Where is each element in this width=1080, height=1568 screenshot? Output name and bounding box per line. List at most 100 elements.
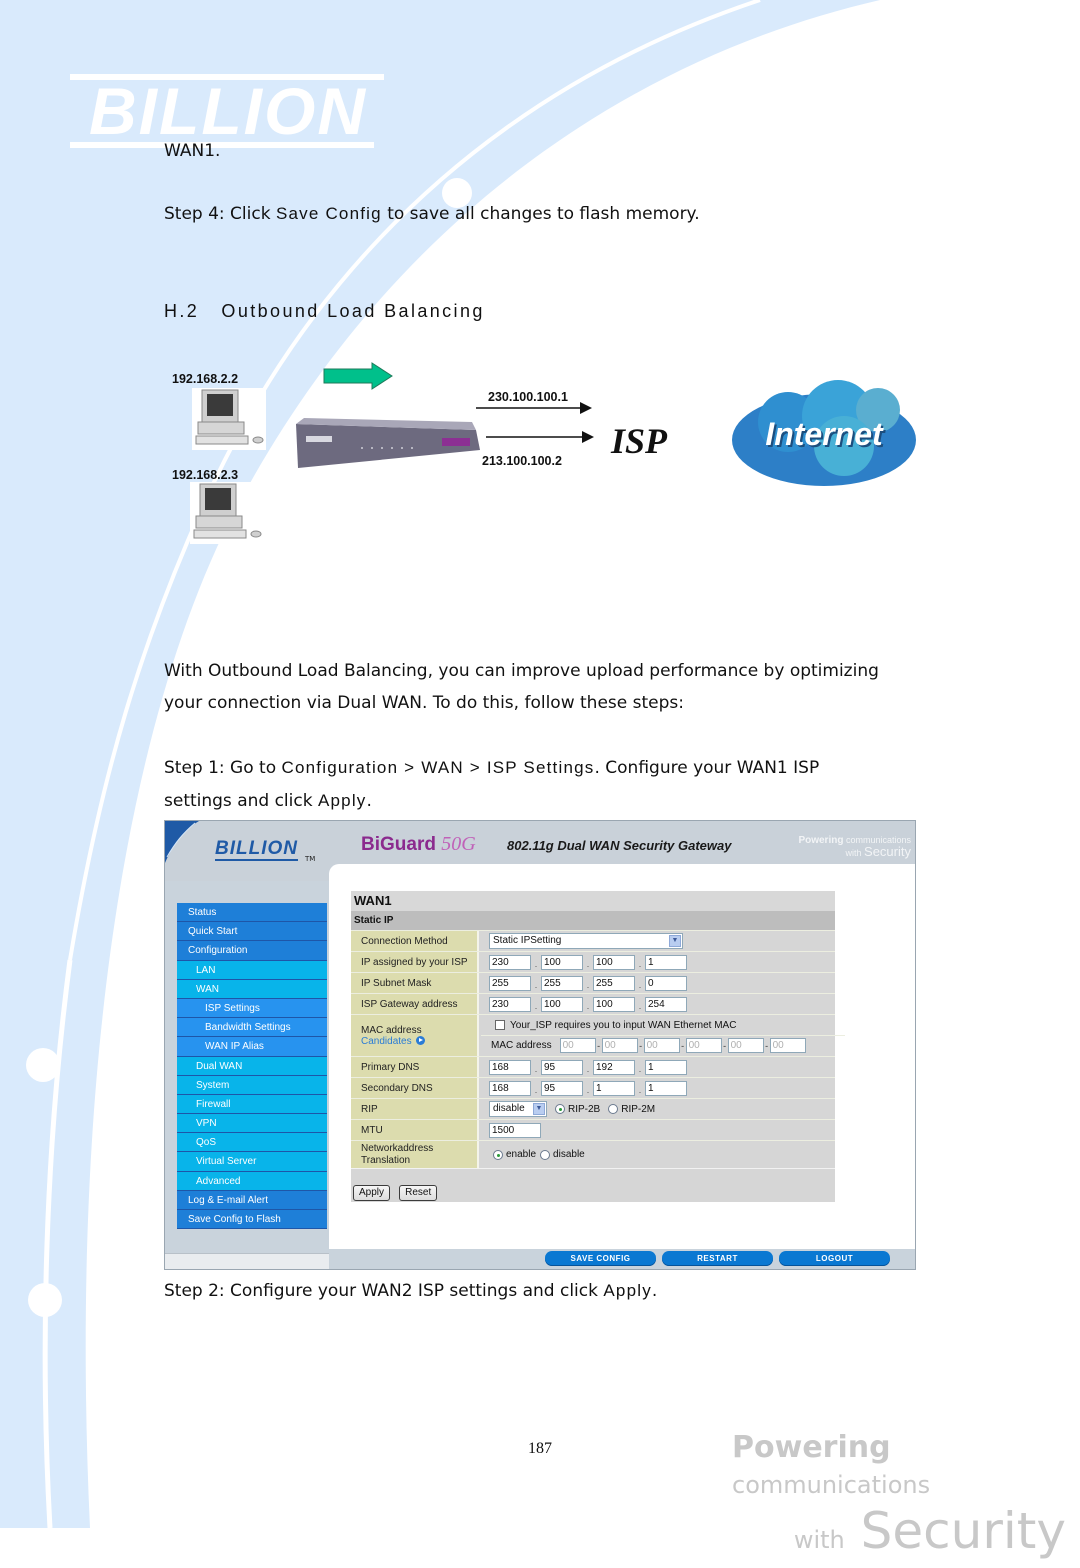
subnet-mask-label: IP Subnet Mask	[351, 973, 479, 993]
nat-disable-radio[interactable]	[540, 1149, 551, 1160]
octet-separator: .	[586, 1064, 590, 1074]
billion-logo: BILLION	[68, 72, 388, 150]
octet-separator: .	[586, 959, 590, 969]
mac-candidates-link[interactable]: Candidates	[361, 1036, 477, 1047]
row-connection-method: Connection Method Static IPSetting ▼	[351, 930, 835, 951]
mac-field-label: MAC address	[491, 1040, 552, 1051]
wan-panel-title: WAN1	[351, 891, 835, 911]
sidebar-item-advanced[interactable]: Advanced	[177, 1171, 327, 1191]
octet-separator: .	[586, 980, 590, 990]
octet-separator: .	[638, 1001, 642, 1011]
save-config-button[interactable]: SAVE CONFIG	[545, 1251, 656, 1266]
gateway-octet-1-input[interactable]: 230	[489, 996, 531, 1012]
secondary-dns-octet-4-input[interactable]: 1	[645, 1080, 687, 1096]
flow-arrow-icon	[322, 362, 394, 394]
sidebar-item-dual-wan[interactable]: Dual WAN	[177, 1056, 327, 1076]
step2-apply-code: Apply	[603, 1281, 652, 1300]
sidebar-item-vpn[interactable]: VPN	[177, 1114, 327, 1134]
mac-required-checkbox[interactable]	[495, 1020, 505, 1030]
sidebar-item-configuration[interactable]: Configuration	[177, 941, 327, 961]
footer-security: Security	[860, 1502, 1066, 1560]
secondary-dns-octet-3-input[interactable]: 1	[593, 1080, 635, 1096]
sidebar-item-wan[interactable]: WAN	[177, 979, 327, 999]
rip-2m-radio[interactable]	[608, 1104, 619, 1114]
row-nat: Networkaddress Translation enable disabl…	[351, 1140, 835, 1168]
ui-product-model: 50G	[441, 833, 476, 855]
subnet-mask-octet-3-input[interactable]: 255	[593, 975, 635, 991]
step1-line2-suffix: .	[366, 791, 372, 811]
ip-assigned-octet-2-input[interactable]: 100	[541, 954, 583, 970]
rip-2m-label: RIP-2M	[621, 1103, 656, 1115]
subnet-mask-octet-2-input[interactable]: 255	[541, 975, 583, 991]
gateway-octet-3-input[interactable]: 100	[593, 996, 635, 1012]
step1-line-1: Step 1: Go to Configuration > WAN > ISP …	[164, 752, 819, 784]
mac-octet-5-input[interactable]: 00	[727, 1038, 764, 1053]
mac-octet-3-input[interactable]: 00	[643, 1038, 680, 1053]
gateway-octet-4-input[interactable]: 254	[645, 996, 687, 1012]
primary-dns-octet-2-input[interactable]: 95	[541, 1059, 583, 1075]
connection-method-label: Connection Method	[351, 931, 479, 951]
logout-button[interactable]: LOGOUT	[779, 1251, 890, 1266]
sidebar-item-lan[interactable]: LAN	[177, 960, 327, 980]
mac-octet-1-input[interactable]: 00	[559, 1038, 596, 1053]
wan-panel-subtitle: Static IP	[351, 911, 835, 930]
octet-separator: .	[638, 1085, 642, 1095]
step4-prefix: Step 4: Click	[164, 204, 276, 224]
secondary-dns-octet-2-input[interactable]: 95	[541, 1080, 583, 1096]
billion-logo-graphic: BILLION	[70, 74, 384, 148]
sidebar-item-system[interactable]: System	[177, 1075, 327, 1095]
row-mtu: MTU 1500	[351, 1119, 835, 1140]
ui-subtitle: 802.11g Dual WAN Security Gateway	[507, 838, 732, 853]
apply-button[interactable]: Apply	[353, 1185, 391, 1201]
sidebar-item-save-config-to-flash[interactable]: Save Config to Flash	[177, 1210, 327, 1230]
sidebar-item-log-e-mail-alert[interactable]: Log & E-mail Alert	[177, 1190, 327, 1210]
internet-label: Internet	[765, 416, 883, 452]
gateway-octet-2-input[interactable]: 100	[541, 996, 583, 1012]
horizontal-scrollbar[interactable]	[165, 1253, 329, 1269]
reset-button[interactable]: Reset	[399, 1185, 438, 1201]
step1-prefix: Step 1: Go to	[164, 758, 282, 778]
step1-apply-code: Apply	[317, 791, 367, 810]
nat-label-line2: Translation	[361, 1154, 411, 1166]
sidebar-item-firewall[interactable]: Firewall	[177, 1094, 327, 1115]
mac-octet-6-input[interactable]: 00	[769, 1038, 806, 1053]
sidebar-item-status[interactable]: Status	[177, 903, 327, 923]
ip-assigned-octet-4-input[interactable]: 1	[645, 954, 687, 970]
nat-enable-radio[interactable]	[493, 1149, 503, 1160]
footer-tagline: Powering communications with Security	[732, 1430, 1072, 1568]
sidebar-item-isp-settings[interactable]: ISP Settings	[177, 998, 327, 1019]
ui-tagline-with: with	[845, 848, 862, 858]
rip-2b-radio[interactable]	[555, 1104, 565, 1114]
step2-text: Step 2: Configure your WAN2 ISP settings…	[164, 1275, 657, 1307]
sidebar-item-wan-ip-alias[interactable]: WAN IP Alias	[177, 1037, 327, 1057]
ip-assigned-octet-1-input[interactable]: 230	[489, 954, 531, 970]
footer-powering: Powering	[732, 1430, 891, 1465]
mtu-label: MTU	[351, 1120, 479, 1140]
rip-select[interactable]: disable ▼	[489, 1101, 547, 1117]
subnet-mask-octet-1-input[interactable]: 255	[489, 975, 531, 991]
ui-bottom-bar: SAVE CONFIG RESTART LOGOUT	[545, 1251, 890, 1266]
mac-octet-4-input[interactable]: 00	[685, 1038, 722, 1053]
sidebar-item-quick-start[interactable]: Quick Start	[177, 922, 327, 942]
mac-octet-2-input[interactable]: 00	[601, 1038, 638, 1053]
primary-dns-octet-1-input[interactable]: 168	[489, 1059, 531, 1075]
ip-assigned-octet-3-input[interactable]: 100	[593, 954, 635, 970]
gateway-label: ISP Gateway address	[351, 994, 479, 1014]
sidebar-item-virtual-server[interactable]: Virtual Server	[177, 1152, 327, 1172]
restart-button[interactable]: RESTART	[662, 1251, 773, 1266]
sidebar-item-qos[interactable]: QoS	[177, 1133, 327, 1153]
section-heading: H.2 Outbound Load Balancing	[164, 301, 485, 321]
connection-method-select[interactable]: Static IPSetting ▼	[489, 933, 683, 949]
row-mac-address: MAC address Candidates Your_ISP requires…	[351, 1014, 845, 1056]
rip-label: RIP	[351, 1099, 479, 1119]
primary-dns-octet-3-input[interactable]: 192	[593, 1059, 635, 1075]
subnet-mask-octet-4-input[interactable]: 0	[645, 975, 687, 991]
primary-dns-octet-4-input[interactable]: 1	[645, 1059, 687, 1075]
sidebar-item-bandwidth-settings[interactable]: Bandwidth Settings	[177, 1018, 327, 1038]
row-gateway: ISP Gateway address 230. 100. 100. 254	[351, 993, 835, 1014]
step1-line-2: settings and click Apply.	[164, 785, 372, 817]
mac-required-label: Your_ISP requires you to input WAN Ether…	[510, 1019, 737, 1031]
secondary-dns-octet-1-input[interactable]: 168	[489, 1080, 531, 1096]
mtu-input[interactable]: 1500	[489, 1122, 541, 1138]
step4-suffix: to save all changes to flash memory.	[381, 204, 700, 224]
